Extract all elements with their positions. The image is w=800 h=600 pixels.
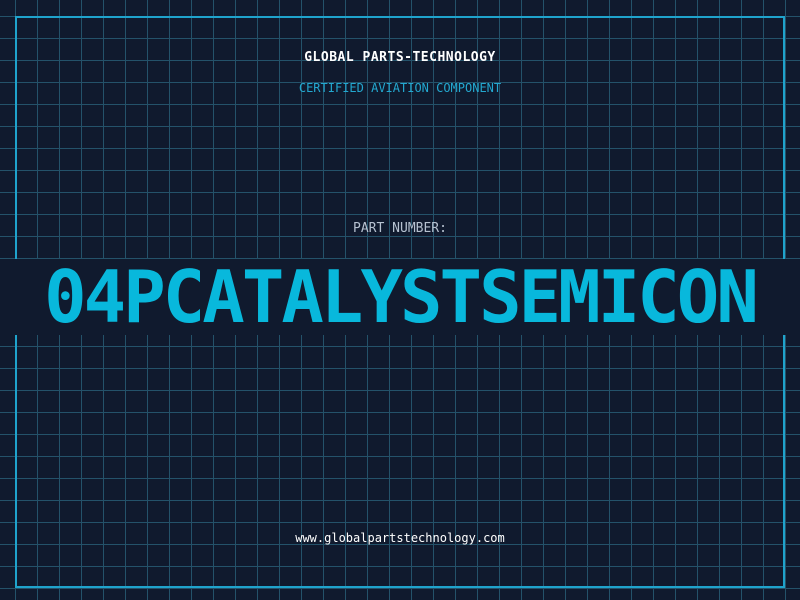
part-number-value: 04PCATALYSTSEMICON	[44, 259, 759, 335]
certification-subtitle: CERTIFIED AVIATION COMPONENT	[298, 81, 502, 95]
website-url: www.globalpartstechnology.com	[295, 531, 505, 545]
part-number-label: PART NUMBER:	[353, 221, 447, 236]
part-number-band: 04PCATALYSTSEMICON	[0, 259, 800, 335]
brand-name: GLOBAL PARTS-TECHNOLOGY	[304, 50, 496, 65]
